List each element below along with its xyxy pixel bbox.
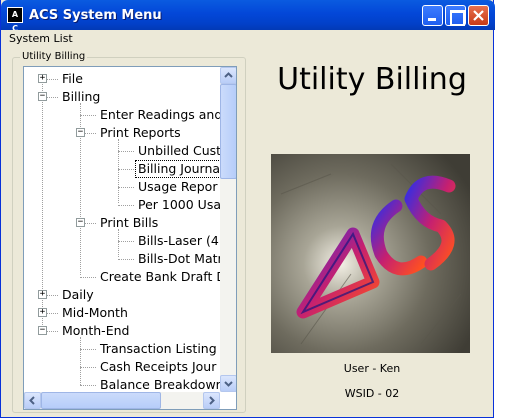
tree-connector-line	[118, 169, 134, 170]
tree-item[interactable]: Bills-Laser (4	[138, 232, 219, 250]
tree-connector-line	[80, 367, 96, 368]
tree-connector-line	[80, 277, 96, 278]
minimize-button[interactable]	[422, 5, 443, 26]
close-icon	[473, 10, 484, 21]
horizontal-scrollbar[interactable]	[24, 392, 220, 409]
menu-bar: System List	[1, 30, 493, 48]
tree-item[interactable]: Month-End	[62, 322, 129, 340]
chevron-down-icon	[224, 381, 233, 387]
tree-item[interactable]: File	[62, 70, 83, 88]
tree-item[interactable]: Transaction Listing	[100, 340, 217, 358]
tree-collapse-icon[interactable]: −	[76, 218, 85, 227]
window-title: ACS System Menu	[29, 8, 162, 23]
acs-logo	[271, 154, 470, 353]
tree-connector-line	[118, 241, 134, 242]
tree-connector-line	[118, 205, 134, 206]
tree-item[interactable]: Print Reports	[100, 124, 181, 142]
chevron-right-icon	[209, 396, 215, 405]
scroll-left-button[interactable]	[24, 392, 41, 409]
vertical-scrollbar[interactable]	[220, 67, 236, 392]
tree-collapse-icon[interactable]: −	[38, 92, 47, 101]
title-bar[interactable]: A C S ACS System Menu	[1, 0, 495, 47]
close-button[interactable]	[468, 5, 489, 26]
h-scroll-thumb[interactable]	[41, 392, 161, 409]
tree-item[interactable]: Unbilled Cust	[138, 142, 220, 160]
tree-item[interactable]: Create Bank Draft D	[100, 268, 220, 286]
tree-item[interactable]: Mid-Month	[62, 304, 128, 322]
tree-item[interactable]: Cash Receipts Jour	[100, 358, 216, 376]
tree-item[interactable]: Usage Repor	[138, 178, 217, 196]
user-label: User - Ken	[343, 362, 401, 375]
tree-viewport: + File − Billing Enter Readings and − Print Re…	[24, 67, 220, 392]
tree-connector-line	[80, 115, 96, 116]
tree-item[interactable]: Per 1000 Usa	[138, 196, 220, 214]
scroll-up-button[interactable]	[220, 67, 236, 84]
wsid-label: WSID - 02	[344, 387, 400, 400]
tree-item[interactable]: Bills-Dot Matr	[138, 250, 220, 268]
scroll-thumb[interactable]	[220, 84, 236, 179]
tree-item[interactable]: Daily	[62, 286, 94, 304]
tree-collapse-icon[interactable]: −	[38, 326, 47, 335]
tree-expand-icon[interactable]: +	[38, 308, 47, 317]
module-title: Utility Billing	[277, 62, 467, 97]
tree-item[interactable]: Enter Readings and	[100, 106, 220, 124]
tree-item[interactable]: Billing Journal	[135, 160, 220, 178]
tree-item[interactable]: Billing	[62, 88, 100, 106]
chevron-up-icon	[224, 72, 233, 78]
tree-connector-line	[118, 229, 119, 257]
tree-connector-line	[118, 151, 134, 152]
tree-expand-icon[interactable]: +	[38, 74, 47, 83]
acs-app-icon[interactable]: A C S	[7, 7, 23, 47]
maximize-button[interactable]	[445, 5, 466, 26]
group-label: Utility Billing	[20, 51, 88, 62]
menu-tree[interactable]: + File − Billing Enter Readings and − Print Re…	[23, 66, 237, 410]
tree-connector-line	[118, 139, 119, 203]
chevron-left-icon	[29, 396, 35, 405]
menu-system-list[interactable]: System List	[9, 32, 73, 45]
scroll-right-button[interactable]	[203, 392, 220, 409]
tree-connector-line	[80, 337, 81, 385]
tree-connector-line	[80, 349, 96, 350]
tree-item[interactable]: Balance Breakdowr	[100, 376, 220, 392]
tree-connector-line	[80, 385, 96, 386]
tree-item[interactable]: Print Bills	[100, 214, 158, 232]
tree-collapse-icon[interactable]: −	[76, 128, 85, 137]
tree-connector-line	[118, 259, 134, 260]
scroll-down-button[interactable]	[220, 375, 236, 392]
tree-expand-icon[interactable]: +	[38, 290, 47, 299]
tree-connector-line	[118, 187, 134, 188]
